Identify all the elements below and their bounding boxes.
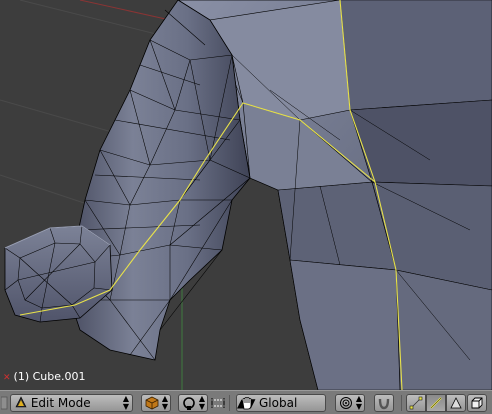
mesh-canvas[interactable]	[0, 0, 492, 390]
header-divider	[401, 395, 402, 411]
3d-viewport[interactable]: ✕ (1) Cube.001	[0, 0, 492, 390]
hand-grab-icon	[239, 395, 255, 411]
proportional-edit-menu[interactable]: ▲ ▼	[335, 394, 365, 412]
window-type-icon[interactable]	[1, 396, 9, 410]
edit-mode-triangle-icon	[15, 395, 27, 413]
vertex-select-button[interactable]	[406, 394, 426, 412]
object-name-label: ✕ (1) Cube.001	[3, 370, 86, 383]
occlude-geometry-icon	[470, 396, 484, 410]
edge-select-icon	[429, 396, 443, 410]
draw-type-menu[interactable]: ▲ ▼	[141, 394, 171, 412]
proportional-edit-icon	[339, 396, 353, 410]
pivot-chevron-icon: ▲ ▼	[198, 394, 205, 411]
face-select-icon	[449, 396, 463, 410]
face-select-button[interactable]	[446, 394, 466, 412]
manipulator-toggle-icon[interactable]	[209, 395, 227, 411]
viewport-header: Edit Mode ▲▼ ▲▼ ▲▼ Global ▲▼ ▲▼	[0, 390, 492, 414]
header-divider	[229, 395, 230, 411]
mesh-leg	[69, 0, 251, 361]
edge-select-button[interactable]	[426, 394, 446, 412]
mode-menu[interactable]: Edit Mode ▲ ▼	[10, 394, 133, 412]
orientation-menu-label: Global	[259, 396, 298, 410]
vertex-select-icon	[409, 396, 423, 410]
pivot-menu[interactable]: ▲ ▼	[178, 394, 208, 412]
mode-menu-label: Edit Mode	[30, 396, 91, 410]
x-axis-line	[79, 0, 171, 21]
editmode-mesh-icon	[145, 396, 159, 410]
proportional-chevron-icon: ▲ ▼	[355, 394, 362, 411]
orientation-menu[interactable]: Global ▲▼	[236, 394, 326, 412]
object-name-text: (1) Cube.001	[13, 370, 86, 383]
snap-toggle[interactable]	[374, 394, 394, 412]
occlude-geometry-button[interactable]	[467, 394, 487, 412]
axis-indicator-icon: ✕	[3, 373, 11, 383]
draw-type-chevron-icon: ▲ ▼	[161, 394, 168, 411]
chevron-updown-icon: ▲ ▼	[122, 394, 129, 411]
snap-magnet-icon	[377, 396, 391, 410]
pivot-icon	[182, 396, 196, 410]
